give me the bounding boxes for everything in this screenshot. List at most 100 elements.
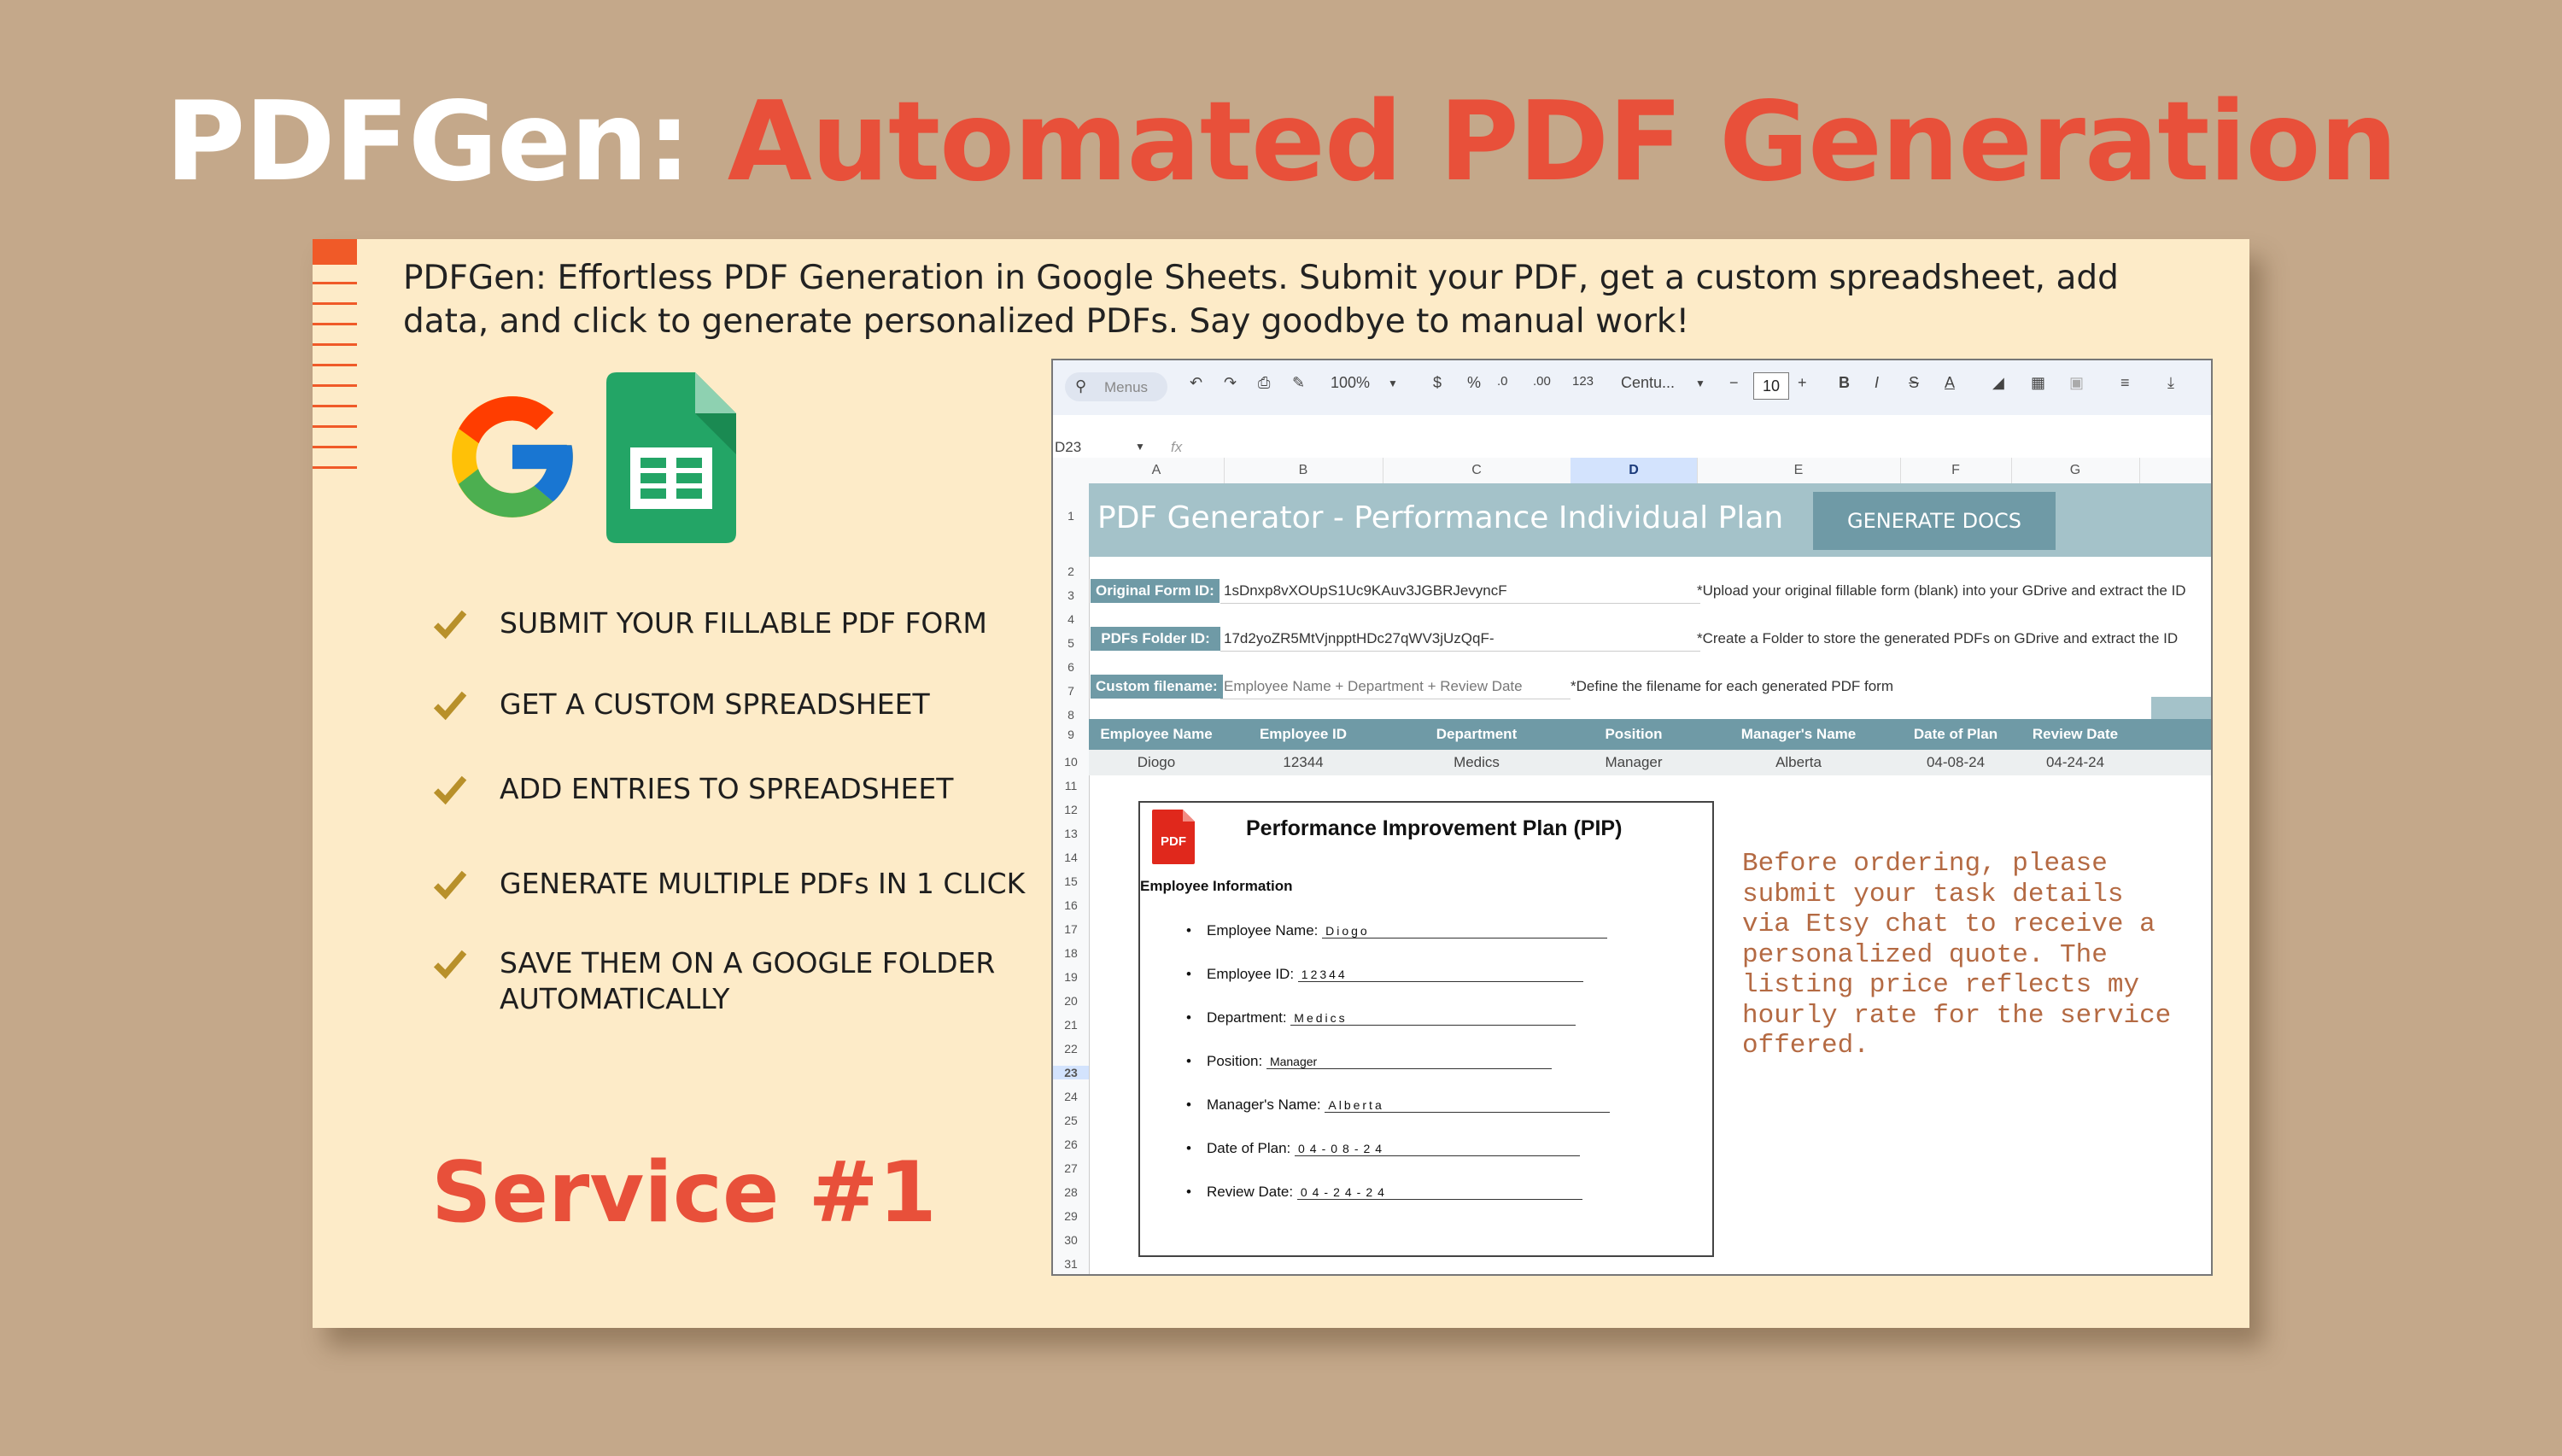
row-header[interactable]: 28 [1053,1185,1089,1199]
decrease-decimal-button[interactable]: .0 [1497,374,1508,389]
row-header[interactable]: 25 [1053,1114,1089,1127]
row-header[interactable]: 14 [1053,851,1089,864]
pdf-field-label: Position: [1207,1053,1263,1069]
row-header[interactable]: 11 [1053,779,1089,792]
pdf-file-icon: PDF [1152,810,1195,864]
redo-icon[interactable]: ↷ [1224,374,1237,392]
print-icon[interactable]: ⎙ [1258,374,1270,392]
pdf-section-title: Employee Information [1140,878,1293,894]
table-cell[interactable]: 12344 [1224,750,1383,775]
filename-value[interactable]: Employee Name + Department + Review Date [1220,675,1571,699]
table-cell[interactable]: 04-08-24 [1900,750,2011,775]
table-header: Department [1436,726,1518,742]
row-header[interactable]: 22 [1053,1042,1089,1055]
table-header: Position [1605,726,1663,742]
table-cell[interactable]: Alberta [1697,750,1900,775]
column-header[interactable]: G [2011,458,2140,483]
decrease-font-icon[interactable]: − [1729,374,1739,392]
column-header[interactable]: D [1571,458,1698,483]
row-header[interactable]: 17 [1053,922,1089,936]
bold-button[interactable]: B [1839,374,1850,392]
table-header: Employee Name [1100,726,1213,742]
row-header[interactable]: 26 [1053,1137,1089,1151]
row-header[interactable]: 3 [1053,588,1089,602]
paint-format-icon[interactable]: ✎ [1292,374,1305,392]
table-header: Review Date [2032,726,2119,742]
strikethrough-button[interactable]: S [1909,374,1919,392]
column-header[interactable]: B [1224,458,1383,483]
fill-color-icon[interactable]: ◢ [1992,374,2004,392]
row-header[interactable]: 27 [1053,1161,1089,1175]
table-cell[interactable]: Manager [1571,750,1697,775]
check-icon [433,950,467,979]
row-headers: 1 2 3 4 5 6 7 8 9 10 11 12 13 14 15 16 1… [1053,483,1090,1274]
table-row: Diogo 12344 Medics Manager Alberta 04-08… [1089,750,2211,775]
order-note: Before ordering, please submit your task… [1742,849,2172,1061]
pdf-field-label: Employee Name: [1207,922,1319,939]
row-header[interactable]: 5 [1053,636,1089,650]
row-header[interactable]: 4 [1053,612,1089,626]
row-header[interactable]: 16 [1053,898,1089,912]
number-format-button[interactable]: 123 [1572,374,1594,389]
currency-button[interactable]: $ [1433,374,1442,392]
pdf-preview: PDF Performance Improvement Plan (PIP) E… [1138,801,1714,1257]
row-header[interactable]: 8 [1053,708,1089,722]
row-header[interactable]: 15 [1053,874,1089,888]
increase-font-icon[interactable]: + [1798,374,1807,392]
menu-search[interactable]: ⚲ Menus [1065,372,1167,401]
row-header[interactable]: 6 [1053,660,1089,674]
row-header[interactable]: 24 [1053,1090,1089,1103]
row-header[interactable]: 7 [1053,684,1089,698]
accent-line [313,466,357,469]
column-header[interactable]: C [1383,458,1571,483]
table-cell[interactable]: Medics [1383,750,1571,775]
pdf-title: Performance Improvement Plan (PIP) [1246,816,1623,840]
row-header[interactable]: 21 [1053,1018,1089,1032]
row-header[interactable]: 12 [1053,803,1089,816]
italic-button[interactable]: I [1875,374,1879,392]
form-id-value[interactable]: 1sDnxp8vXOUpS1Uc9KAuv3JGBRJevyncF [1220,579,1700,604]
cell-reference[interactable]: D23 [1055,439,1081,456]
folder-id-value[interactable]: 17d2yoZR5MtVjnpptHDc27qWV3jUzQqF- [1220,627,1700,652]
vertical-align-icon[interactable]: ⤓ [2167,374,2174,392]
row-header[interactable]: 13 [1053,827,1089,840]
table-cell[interactable]: 04-24-24 [2011,750,2139,775]
align-icon[interactable]: ≡ [2120,374,2130,392]
pdf-field-value: Diogo [1322,924,1608,939]
row-header[interactable]: 9 [1053,728,1089,741]
font-size-input[interactable]: 10 [1753,372,1789,400]
pdf-field: • Date of Plan: 04-08-24 [1186,1140,1581,1157]
row-header[interactable]: 31 [1053,1257,1089,1271]
generate-docs-button[interactable]: GENERATE DOCS [1813,492,2056,550]
row-header[interactable]: 30 [1053,1233,1089,1247]
row-header[interactable]: 2 [1053,564,1089,578]
column-header[interactable]: F [1900,458,2012,483]
borders-icon[interactable]: ▦ [2031,374,2045,392]
accent-line [313,282,357,284]
percent-button[interactable]: % [1467,374,1481,392]
row-header[interactable]: 18 [1053,946,1089,960]
row-header[interactable]: 1 [1053,509,1089,523]
table-header: Manager's Name [1740,726,1857,742]
column-header[interactable]: A [1089,458,1225,483]
row-header[interactable]: 20 [1053,994,1089,1008]
row-header[interactable]: 23 [1053,1066,1089,1079]
font-select[interactable]: Centu... [1621,374,1675,392]
chevron-down-icon[interactable]: ▼ [1388,377,1398,389]
row-header[interactable]: 29 [1053,1209,1089,1223]
column-header[interactable]: E [1697,458,1901,483]
chevron-down-icon[interactable]: ▼ [1695,377,1705,389]
accent-line [313,343,357,346]
row-header[interactable]: 19 [1053,970,1089,984]
zoom-select[interactable]: 100% [1331,374,1370,392]
text-color-button[interactable]: A [1945,374,1955,392]
increase-decimal-button[interactable]: .00 [1533,374,1551,389]
table-cell[interactable]: Diogo [1089,750,1224,775]
row-header[interactable]: 10 [1053,755,1089,769]
undo-icon[interactable]: ↶ [1190,374,1202,392]
google-sheets-logo [606,372,736,543]
teal-cell [2151,697,2211,719]
chevron-down-icon[interactable]: ▼ [1135,441,1145,453]
merge-cells-icon[interactable]: ▣ [2069,374,2084,392]
headline: PDFGen: Automated PDF Generation [0,79,2562,206]
